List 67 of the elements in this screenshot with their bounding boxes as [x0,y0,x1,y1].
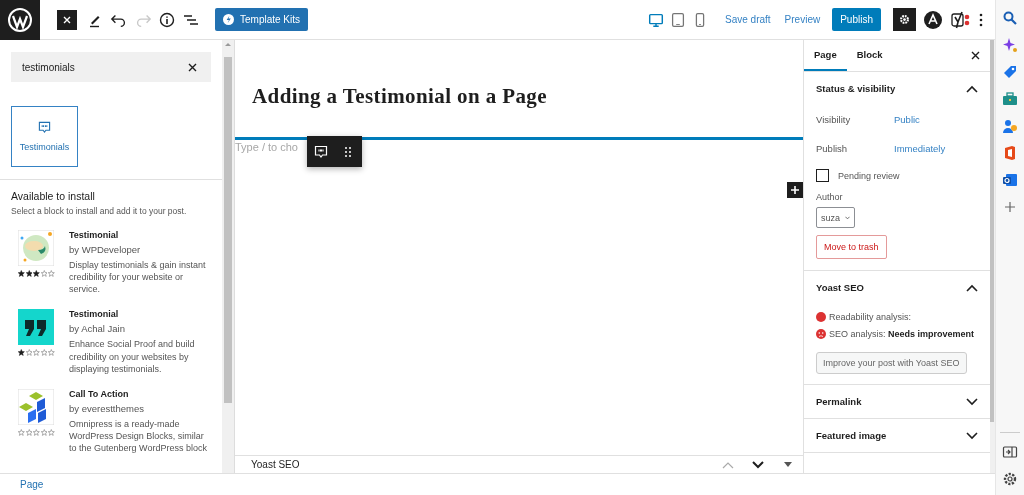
caret-icon[interactable] [784,462,792,467]
more-options-icon[interactable] [979,12,983,27]
office-icon[interactable] [1002,145,1018,161]
wordpress-logo-icon[interactable] [0,0,40,40]
testimonial-block-icon [38,121,51,134]
search-icon[interactable] [1002,10,1018,26]
sidebar-tab[interactable]: Page [804,40,847,71]
plugin-author: by everestthemes [69,402,145,414]
yoast-icon[interactable] [951,10,971,29]
close-button[interactable] [57,9,77,30]
author-select[interactable]: suza [816,207,855,228]
scrollbar-thumb[interactable] [224,57,232,403]
clear-icon[interactable] [188,63,197,72]
filled-star-icon [18,349,25,357]
settings-icon[interactable] [893,8,916,31]
plugin-description: Display testimonials & gain instant credibility for your website or service. [69,259,207,296]
people-icon[interactable] [1002,118,1018,134]
plugin-name[interactable]: Testimonial [69,230,212,240]
section-heading: Available to install [11,190,96,202]
panel-title[interactable]: Status & visibility [816,83,896,94]
collapse-icon[interactable] [966,84,978,93]
setting-value-link[interactable]: Public [894,114,920,125]
plugin-name[interactable]: Call To Action [69,388,212,399]
template-kits-button[interactable]: Template Kits [215,8,309,31]
mail-icon[interactable] [1002,172,1018,188]
sparkle-icon[interactable] [1002,37,1018,53]
plugin-description: Enhance Social Proof and build credibility on your websites by displaying testimonials. [69,338,196,375]
briefcase-icon[interactable] [1002,91,1018,107]
testimonial-block-icon[interactable] [313,144,328,159]
collapse-icon[interactable] [966,283,978,292]
save-draft-link[interactable]: Save draft [725,14,771,25]
panel-title[interactable]: Yoast SEO [816,282,864,293]
checkbox-label: Pending review [838,170,900,181]
metabox-title[interactable]: Yoast SEO [251,459,713,470]
astra-icon[interactable] [924,10,942,29]
improve-post-button[interactable]: Improve your post with Yoast SEO [816,352,967,374]
scrollbar-thumb[interactable] [990,40,994,422]
section-description: Select a block to install and add it to your post. [11,206,188,216]
plugin-name[interactable]: Testimonial [69,309,212,320]
analysis-text: SEO analysis: Needs improvement [829,328,975,339]
close-icon[interactable] [971,51,980,60]
sidebar-tab[interactable]: Block [846,40,893,71]
chevron-down-icon [845,215,850,220]
panel-title[interactable]: Featured image [816,430,887,441]
tag-icon[interactable] [1002,64,1018,80]
analysis-text: Readability analysis: [829,311,912,322]
block-search-field[interactable]: testimonials [11,52,211,82]
sidebar-panel-icon[interactable] [1002,444,1018,460]
plugin-author: by WPDeveloper [69,244,142,255]
settings-icon[interactable] [1002,471,1018,487]
author-label: Author [816,192,844,202]
post-title[interactable]: Adding a Testimonial on a Page [252,84,803,109]
move-to-trash-button[interactable]: Move to trash [816,235,887,259]
expand-icon[interactable] [966,431,978,440]
plugin-description: Omnipress is a ready-made WordPress Design Blocks, similar to the Gutenberg WordPress block [69,417,208,455]
breadcrumb-link[interactable]: Page [20,479,44,490]
publish-button[interactable]: Publish [832,8,881,31]
setting-value-link[interactable]: Immediately [894,143,946,154]
bolt-icon [223,14,234,25]
panel-title[interactable]: Permalink [816,396,862,407]
pending-review-checkbox[interactable] [816,169,829,182]
setting-label: Visibility [816,114,852,125]
preview-link[interactable]: Preview [784,14,821,25]
expand-icon[interactable] [966,397,978,406]
setting-label: Publish [816,143,849,154]
plugin-author: by Achal Jain [69,323,126,335]
block-card[interactable]: Testimonials [11,106,78,167]
